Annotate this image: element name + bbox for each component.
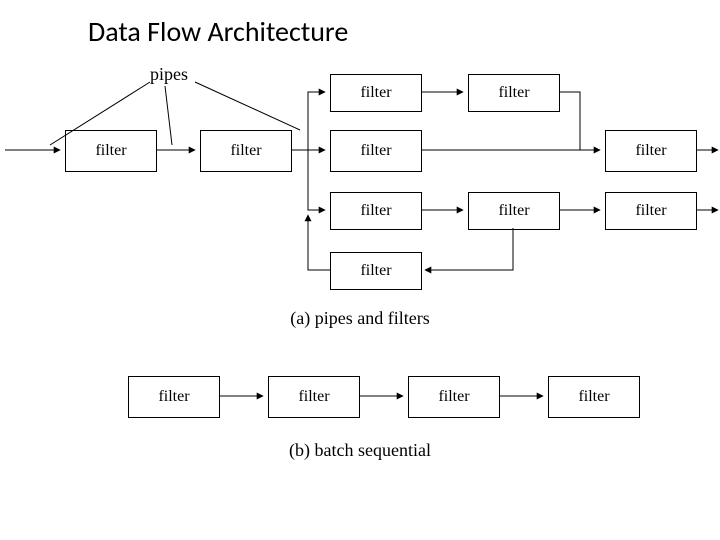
- filter-box: filter: [605, 130, 697, 172]
- caption-a: (a) pipes and filters: [0, 308, 720, 329]
- caption-b: (b) batch sequential: [0, 440, 720, 461]
- filter-box: filter: [605, 192, 697, 230]
- filter-box: filter: [268, 376, 360, 418]
- filter-box: filter: [408, 376, 500, 418]
- filter-box: filter: [330, 192, 422, 230]
- filter-box: filter: [330, 74, 422, 112]
- filter-box: filter: [65, 130, 157, 172]
- filter-box: filter: [200, 130, 292, 172]
- pipes-label: pipes: [150, 64, 188, 85]
- filter-box: filter: [330, 252, 422, 290]
- filter-box: filter: [468, 192, 560, 230]
- filter-box: filter: [128, 376, 220, 418]
- filter-box: filter: [330, 130, 422, 172]
- filter-box: filter: [548, 376, 640, 418]
- page-title: Data Flow Architecture: [88, 14, 348, 49]
- filter-box: filter: [468, 74, 560, 112]
